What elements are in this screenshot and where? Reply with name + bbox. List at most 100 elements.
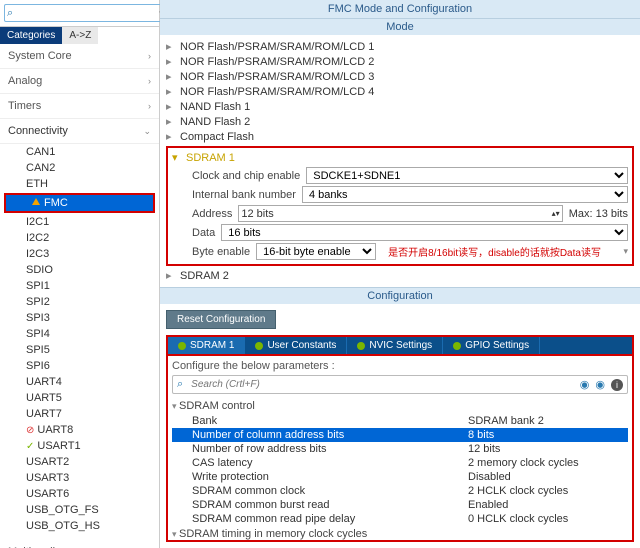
category-multimedia[interactable]: Multimedia› [0,540,159,548]
addr-input[interactable]: 12 bits▴▾ [238,205,562,222]
param-row[interactable]: Write protectionDisabled [172,470,628,484]
item-spi1[interactable]: SPI1 [0,278,159,294]
clk-select[interactable]: SDCKE1+SDNE1 [306,167,628,184]
search-input-wrap[interactable]: ⌕ ▾ [4,4,167,22]
sdram1-label[interactable]: SDRAM 1 [186,152,235,164]
group-header[interactable]: SDRAM control [172,398,628,414]
item-i2c2[interactable]: I2C2 [0,230,159,246]
sdram1-box: ▾SDRAM 1 Clock and chip enableSDCKE1+SDN… [166,146,634,266]
param-row[interactable]: SDRAM common clock2 HCLK clock cycles [172,484,628,498]
category-system-core[interactable]: System Core› [0,44,159,69]
chevron-icon: ⌄ [143,126,151,137]
item-uart8[interactable]: UART8 [0,422,159,438]
byte-label: Byte enable [192,246,250,258]
item-uart5[interactable]: UART5 [0,390,159,406]
data-label: Data [192,227,215,239]
item-usb_otg_hs[interactable]: USB_OTG_HS [0,518,159,534]
category-timers[interactable]: Timers› [0,94,159,119]
mode-item[interactable]: Compact Flash [180,131,254,143]
category-analog[interactable]: Analog› [0,69,159,94]
next-icon[interactable]: ◉ [595,378,605,391]
chevron-icon: › [148,51,151,61]
item-usb_otg_fs[interactable]: USB_OTG_FS [0,502,159,518]
expand-icon[interactable]: ▸ [166,40,176,53]
status-dot-icon [178,342,186,350]
item-spi3[interactable]: SPI3 [0,310,159,326]
search-input[interactable] [13,6,159,20]
params-panel: Configure the below parameters : ⌕ ◉ ◉ i… [166,354,634,542]
chevron-icon: › [148,101,151,111]
item-spi2[interactable]: SPI2 [0,294,159,310]
item-can2[interactable]: CAN2 [0,160,159,176]
category-connectivity[interactable]: Connectivity⌄ [0,119,159,144]
mode-item[interactable]: NOR Flash/PSRAM/SRAM/ROM/LCD 4 [180,86,374,98]
expand-icon[interactable]: ▸ [166,115,176,128]
expand-icon[interactable]: ▸ [166,130,176,143]
byte-select[interactable]: 16-bit byte enable [256,243,376,260]
item-spi4[interactable]: SPI4 [0,326,159,342]
group-header[interactable]: SDRAM timing in memory clock cycles [172,526,628,542]
item-spi6[interactable]: SPI6 [0,358,159,374]
stepper-icon[interactable]: ▴▾ [552,209,560,218]
mode-item[interactable]: NOR Flash/PSRAM/SRAM/ROM/LCD 3 [180,71,374,83]
mode-item[interactable]: NAND Flash 1 [180,101,250,113]
page-title: FMC Mode and Configuration [160,0,640,18]
byte-note: 是否开启8/16bit读写，disable的话就按Data读写 [388,244,601,259]
params-intro: Configure the below parameters : [172,360,628,372]
chevron-icon: › [148,76,151,86]
mode-header: Mode [160,18,640,35]
status-dot-icon [453,342,461,350]
item-sdio[interactable]: SDIO [0,262,159,278]
search-icon[interactable]: ⌕ [177,378,183,391]
item-eth[interactable]: ETH [0,176,159,192]
item-spi5[interactable]: SPI5 [0,342,159,358]
item-usart1[interactable]: USART1 [0,438,159,454]
param-row[interactable]: SDRAM common read pipe delay0 HCLK clock… [172,512,628,526]
left-panel: ⌕ ▾ ⚙ Categories A->Z System Core›Analog… [0,0,160,548]
item-usart3[interactable]: USART3 [0,470,159,486]
item-can1[interactable]: CAN1 [0,144,159,160]
item-i2c1[interactable]: I2C1 [0,214,159,230]
expand-icon[interactable]: ▸ [166,100,176,113]
param-search-input[interactable] [189,378,574,391]
config-header: Configuration [160,287,640,304]
item-usart6[interactable]: USART6 [0,486,159,502]
subtab-gpio-settings[interactable]: GPIO Settings [443,337,540,354]
subtab-nvic-settings[interactable]: NVIC Settings [347,337,443,354]
param-row[interactable]: CAS latency2 memory clock cycles [172,456,628,470]
expand-icon[interactable]: ▸ [166,55,176,68]
collapse-icon[interactable]: ▾ [172,151,182,164]
mode-panel: ▸ NOR Flash/PSRAM/SRAM/ROM/LCD 1 ▸ NOR Flas… [160,35,640,287]
info-icon[interactable]: i [611,379,623,391]
expand-icon[interactable]: ▸ [166,70,176,83]
bank-label: Internal bank number [192,189,296,201]
addr-label: Address [192,208,232,220]
status-dot-icon [357,342,365,350]
reset-button[interactable]: Reset Configuration [166,310,276,329]
sdram2-label[interactable]: SDRAM 2 [180,270,229,282]
tab-categories[interactable]: Categories [0,27,62,44]
expand-icon[interactable]: ▸ [166,269,176,282]
data-select[interactable]: 16 bits [221,224,628,241]
item-usart2[interactable]: USART2 [0,454,159,470]
param-row[interactable]: SDRAM common burst readEnabled [172,498,628,512]
expand-icon[interactable]: ▸ [166,85,176,98]
param-row[interactable]: Number of column address bits8 bits [172,428,628,442]
tab-az[interactable]: A->Z [62,27,98,44]
prev-icon[interactable]: ◉ [580,378,590,391]
mode-item[interactable]: NOR Flash/PSRAM/SRAM/ROM/LCD 2 [180,56,374,68]
mode-item[interactable]: NOR Flash/PSRAM/SRAM/ROM/LCD 1 [180,41,374,53]
right-panel: FMC Mode and Configuration Mode ▸ NOR Fla… [160,0,640,548]
addr-max: Max: 13 bits [569,208,628,220]
item-fmc[interactable]: FMC [6,195,153,211]
chevron-down-icon[interactable]: ▾ [623,246,628,257]
mode-item[interactable]: NAND Flash 2 [180,116,250,128]
param-row[interactable]: BankSDRAM bank 2 [172,414,628,428]
item-uart7[interactable]: UART7 [0,406,159,422]
item-i2c3[interactable]: I2C3 [0,246,159,262]
param-row[interactable]: Number of row address bits12 bits [172,442,628,456]
item-uart4[interactable]: UART4 [0,374,159,390]
subtab-user-constants[interactable]: User Constants [245,337,347,354]
subtab-sdram-1[interactable]: SDRAM 1 [168,337,245,354]
bank-select[interactable]: 4 banks [302,186,628,203]
